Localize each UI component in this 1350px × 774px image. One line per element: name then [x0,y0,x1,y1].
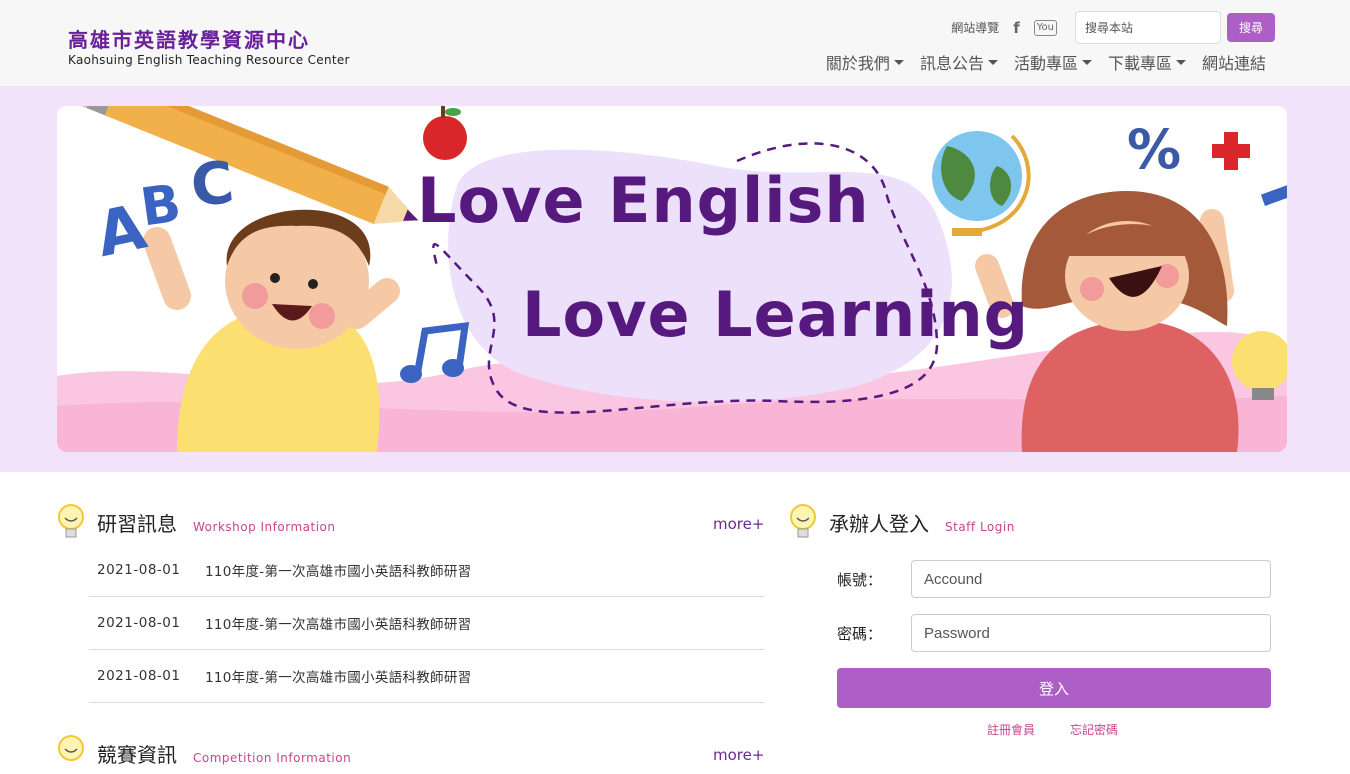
nav-item-activities[interactable]: 活動專區 [1014,50,1092,74]
section-title: 承辦人登入 [829,512,929,536]
forgot-password-link[interactable]: 忘記密碼 [1070,721,1118,738]
competition-more-link[interactable]: more+ [713,746,764,764]
nav-item-news[interactable]: 訊息公告 [920,50,998,74]
youtube-icon[interactable]: You [1033,19,1057,36]
item-date: 2021-08-01 [97,562,181,578]
competition-header: 競賽資訊 Competition Information [97,739,351,768]
search-button[interactable]: 搜尋 [1227,13,1275,42]
register-link[interactable]: 註冊會員 [987,721,1035,738]
item-title[interactable]: 110年度-第一次高雄市國小英語科教師研習 [205,666,471,686]
workshop-list: 2021-08-01 110年度-第一次高雄市國小英語科教師研習 2021-08… [89,544,765,703]
list-item[interactable]: 2021-08-01 110年度-第一次高雄市國小英語科教師研習 [89,544,765,597]
workshop-more-link[interactable]: more+ [713,515,764,533]
password-label: 密碼： [837,625,883,643]
logo-title[interactable]: 高雄市英語教學資源中心 [68,24,310,53]
nav-label: 下載專區 [1107,54,1172,73]
item-date: 2021-08-01 [97,668,181,684]
section-subtitle: Workshop Information [193,520,336,534]
nav-item-downloads[interactable]: 下載專區 [1108,50,1186,74]
workshop-header: 研習訊息 Workshop Information [97,508,335,537]
nav-label: 訊息公告 [919,54,984,73]
list-item[interactable]: 2021-08-01 110年度-第一次高雄市國小英語科教師研習 [89,597,765,650]
account-input[interactable] [911,560,1271,598]
lightbulb-icon [58,735,84,761]
lightbulb-icon [58,504,84,538]
item-title[interactable]: 110年度-第一次高雄市國小英語科教師研習 [205,560,471,580]
section-subtitle: Staff Login [945,520,1015,534]
caret-down-icon [1081,59,1092,65]
login-button[interactable]: 登入 [837,668,1271,708]
item-date: 2021-08-01 [97,615,181,631]
list-item[interactable]: 2021-08-01 110年度-第一次高雄市國小英語科教師研習 [89,650,765,703]
password-input[interactable] [911,614,1271,652]
account-label: 帳號： [837,571,883,589]
nav-label: 關於我們 [825,54,890,73]
caret-down-icon [893,59,904,65]
search-input[interactable] [1075,11,1221,44]
nav-label: 活動專區 [1013,54,1078,73]
section-subtitle: Competition Information [193,751,352,765]
facebook-icon[interactable]: f [1013,19,1020,37]
caret-down-icon [1175,59,1186,65]
nav-item-links[interactable]: 網站連結 [1202,50,1266,74]
top-utility-bar: 網站導覽 f You 搜尋 [951,11,1275,44]
percent-symbol: % [1127,118,1181,181]
logo-subtitle[interactable]: Kaohsuing English Teaching Resource Cent… [68,53,350,67]
login-header: 承辦人登入 Staff Login [829,508,1015,537]
sitemap-link[interactable]: 網站導覽 [951,19,999,36]
lightbulb-icon [790,504,816,538]
nav-item-about[interactable]: 關於我們 [826,50,904,74]
banner-letter-b: B [137,173,185,239]
site-header: 高雄市英語教學資源中心 Kaohsuing English Teaching R… [0,0,1350,86]
banner-headline-2: Love Learning [522,278,1030,351]
section-title: 研習訊息 [97,512,177,536]
nav-label: 網站連結 [1201,54,1266,73]
section-title: 競賽資訊 [97,743,177,767]
caret-down-icon [987,59,998,65]
main-nav: 關於我們 訊息公告 活動專區 下載專區 網站連結 [810,50,1266,74]
item-title[interactable]: 110年度-第一次高雄市國小英語科教師研習 [205,613,471,633]
banner-headline-1: Love English [417,164,870,237]
hero-banner: % A B C Love English Love Learning [57,106,1287,452]
banner-letter-c: C [187,147,238,221]
